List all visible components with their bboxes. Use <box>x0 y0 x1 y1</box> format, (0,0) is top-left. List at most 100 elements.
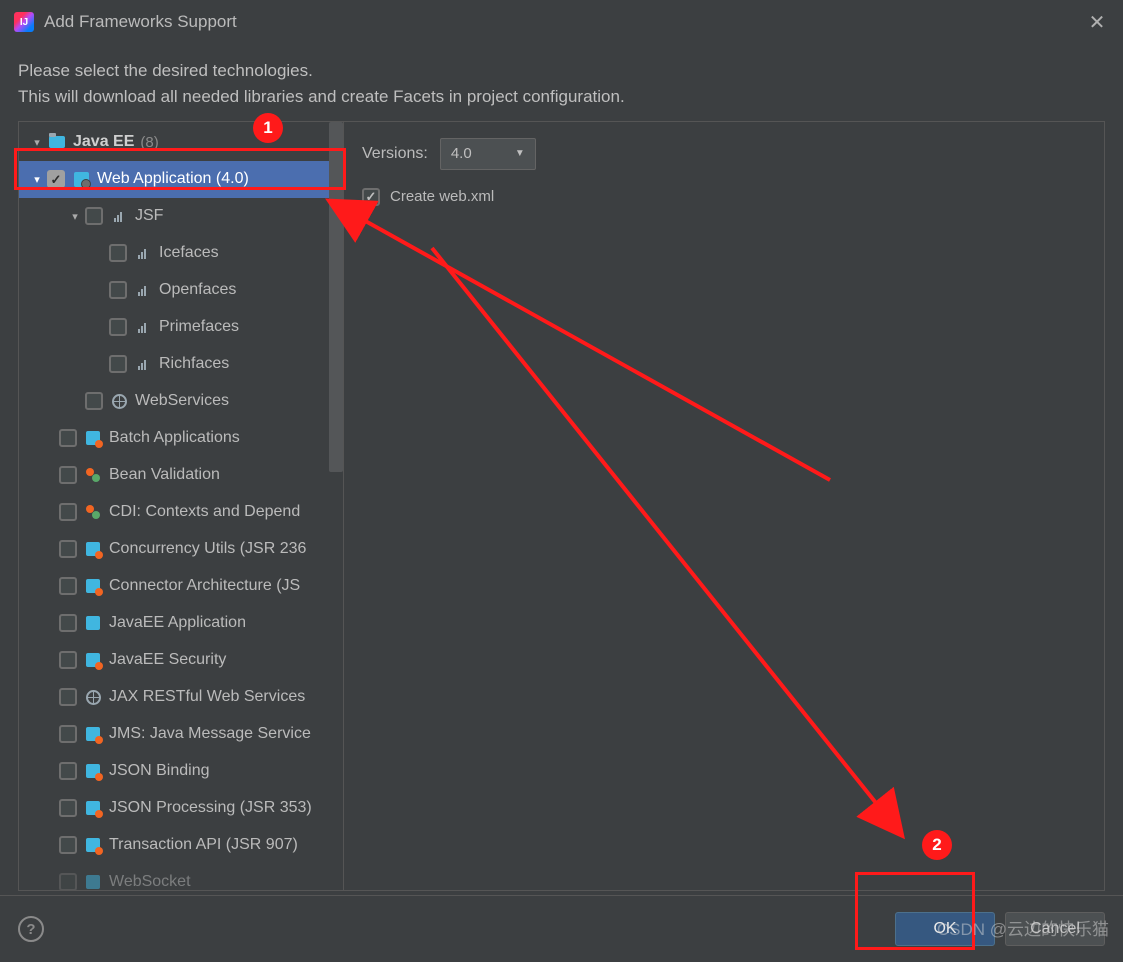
tree-label: Batch Applications <box>109 429 240 447</box>
checkbox[interactable] <box>59 466 77 484</box>
tree-node-openfaces[interactable]: Openfaces <box>19 272 343 309</box>
ok-button[interactable]: OK <box>895 912 995 946</box>
tree-label: WebSocket <box>109 873 191 891</box>
window-title: Add Frameworks Support <box>44 12 1085 32</box>
tree-node-json-binding[interactable]: JSON Binding <box>19 753 343 790</box>
tree-node-concurrency[interactable]: Concurrency Utils (JSR 236 <box>19 531 343 568</box>
frameworks-tree[interactable]: ▾ Java EE (8) ▾ Web Application (4.0) ▾ … <box>18 121 344 891</box>
checkbox[interactable] <box>59 799 77 817</box>
version-value: 4.0 <box>451 145 472 162</box>
checkbox[interactable] <box>59 540 77 558</box>
chevron-down-icon[interactable]: ▾ <box>27 136 47 149</box>
tree-node-web-application[interactable]: ▾ Web Application (4.0) <box>19 161 343 198</box>
module-icon <box>133 281 153 299</box>
module-icon <box>133 318 153 336</box>
versions-label: Versions: <box>362 145 428 163</box>
checkbox[interactable] <box>85 207 103 225</box>
tree-label: Icefaces <box>159 244 219 262</box>
tree-node-javaee[interactable]: ▾ Java EE (8) <box>19 124 343 161</box>
module-icon <box>83 799 103 817</box>
tree-node-connector[interactable]: Connector Architecture (JS <box>19 568 343 605</box>
tree-node-javaee-application[interactable]: JavaEE Application <box>19 605 343 642</box>
web-icon <box>71 170 91 188</box>
checkbox[interactable] <box>109 244 127 262</box>
tree-label: JMS: Java Message Service <box>109 725 311 743</box>
scrollbar[interactable] <box>329 122 343 890</box>
checkbox[interactable] <box>59 614 77 632</box>
dialog-footer: ? OK Cancel <box>0 895 1123 962</box>
jsf-icon <box>109 207 129 225</box>
checkbox[interactable] <box>59 688 77 706</box>
module-icon <box>83 873 103 891</box>
tree-label: WebServices <box>135 392 229 410</box>
tree-label: JSON Binding <box>109 762 210 780</box>
checkbox[interactable] <box>59 762 77 780</box>
tree-label: Transaction API (JSR 907) <box>109 836 298 854</box>
bean-icon <box>83 503 103 521</box>
chevron-down-icon: ▼ <box>515 148 525 159</box>
module-icon <box>83 614 103 632</box>
tree-node-cdi[interactable]: CDI: Contexts and Depend <box>19 494 343 531</box>
module-icon <box>83 762 103 780</box>
help-button[interactable]: ? <box>18 916 44 942</box>
instructions: Please select the desired technologies. … <box>0 44 1123 121</box>
checkbox[interactable] <box>59 873 77 891</box>
globe-icon <box>83 688 103 706</box>
tree-label: Connector Architecture (JS <box>109 577 300 595</box>
module-icon <box>83 429 103 447</box>
checkbox[interactable] <box>47 170 65 188</box>
close-icon[interactable]: ✕ <box>1085 10 1109 35</box>
tree-node-icefaces[interactable]: Icefaces <box>19 235 343 272</box>
chevron-down-icon[interactable]: ▾ <box>65 210 85 223</box>
tree-label: Java EE <box>73 133 134 151</box>
tree-label: Richfaces <box>159 355 229 373</box>
tree-label: Openfaces <box>159 281 236 299</box>
tree-node-richfaces[interactable]: Richfaces <box>19 346 343 383</box>
tree-label: Web Application (4.0) <box>97 170 249 188</box>
checkbox[interactable] <box>59 725 77 743</box>
tree-label: JavaEE Application <box>109 614 246 632</box>
version-dropdown[interactable]: 4.0 ▼ <box>440 138 536 170</box>
tree-label: JSON Processing (JSR 353) <box>109 799 312 817</box>
module-icon <box>133 355 153 373</box>
tree-node-primefaces[interactable]: Primefaces <box>19 309 343 346</box>
tree-node-websocket[interactable]: WebSocket <box>19 864 343 891</box>
app-logo-icon: IJ <box>14 12 34 32</box>
checkbox[interactable] <box>109 355 127 373</box>
chevron-down-icon[interactable]: ▾ <box>27 173 47 186</box>
tree-label: JSF <box>135 207 163 225</box>
tree-label: Primefaces <box>159 318 239 336</box>
instruction-line-2: This will download all needed libraries … <box>18 84 1105 110</box>
tree-node-jms[interactable]: JMS: Java Message Service <box>19 716 343 753</box>
tree-node-jaxrs[interactable]: JAX RESTful Web Services <box>19 679 343 716</box>
checkbox[interactable] <box>59 429 77 447</box>
module-icon <box>83 651 103 669</box>
tree-label: Bean Validation <box>109 466 220 484</box>
tree-node-bean-validation[interactable]: Bean Validation <box>19 457 343 494</box>
tree-count: (8) <box>140 134 158 151</box>
checkbox[interactable] <box>59 503 77 521</box>
tree-node-webservices[interactable]: WebServices <box>19 383 343 420</box>
checkbox[interactable] <box>59 836 77 854</box>
module-icon <box>133 244 153 262</box>
tree-node-jsf[interactable]: ▾ JSF <box>19 198 343 235</box>
tree-label: JavaEE Security <box>109 651 226 669</box>
tree-node-transaction-api[interactable]: Transaction API (JSR 907) <box>19 827 343 864</box>
tree-node-batch[interactable]: Batch Applications <box>19 420 343 457</box>
checkbox[interactable] <box>59 577 77 595</box>
create-webxml-checkbox[interactable] <box>362 188 380 206</box>
bean-icon <box>83 466 103 484</box>
checkbox[interactable] <box>109 281 127 299</box>
cancel-button[interactable]: Cancel <box>1005 912 1105 946</box>
tree-node-javaee-security[interactable]: JavaEE Security <box>19 642 343 679</box>
checkbox[interactable] <box>109 318 127 336</box>
module-icon <box>83 577 103 595</box>
tree-node-json-processing[interactable]: JSON Processing (JSR 353) <box>19 790 343 827</box>
globe-icon <box>109 392 129 410</box>
create-webxml-label: Create web.xml <box>390 188 494 205</box>
checkbox[interactable] <box>59 651 77 669</box>
checkbox[interactable] <box>85 392 103 410</box>
titlebar: IJ Add Frameworks Support ✕ <box>0 0 1123 44</box>
tree-label: CDI: Contexts and Depend <box>109 503 300 521</box>
tree-label: JAX RESTful Web Services <box>109 688 305 706</box>
